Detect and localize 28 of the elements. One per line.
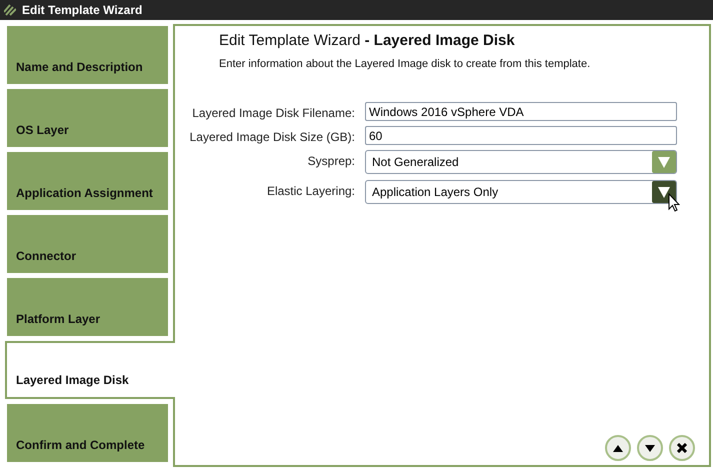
caret-icon	[658, 186, 670, 198]
caret-icon	[658, 156, 670, 168]
step-tab[interactable]: Connector	[7, 215, 168, 273]
move-down-button[interactable]	[637, 435, 663, 461]
step-tab[interactable]: Confirm and Complete	[7, 404, 168, 462]
field-label: Elastic Layering:	[266, 183, 355, 200]
step-tab[interactable]: OS Layer	[7, 89, 168, 147]
close-icon	[677, 443, 687, 453]
field-label: Layered Image Disk Filename:	[191, 105, 355, 122]
step-tab[interactable]: Name and Description	[7, 26, 168, 84]
dropdown-button[interactable]	[652, 181, 676, 203]
step-tab[interactable]: Layered Image Disk	[5, 341, 175, 399]
field-label: Sysprep:	[306, 153, 355, 170]
text-field[interactable]: 60	[365, 126, 677, 145]
move-up-button[interactable]	[605, 435, 631, 461]
down-icon	[645, 444, 655, 452]
logo-icon	[4, 4, 16, 16]
text-field[interactable]: Windows 2016 vSphere VDA	[365, 102, 677, 121]
close-button[interactable]	[669, 435, 695, 461]
up-icon	[613, 444, 623, 452]
field-label: Layered Image Disk Size (GB):	[188, 129, 355, 146]
step-tab[interactable]: Platform Layer	[7, 278, 168, 336]
cursor-icon	[668, 193, 680, 212]
dropdown[interactable]: Not Generalized	[365, 150, 677, 174]
panel-title: Edit Template Wizard - Layered Image Disk	[219, 31, 516, 51]
window-title: Edit Template Wizard	[22, 2, 142, 19]
panel-subtitle: Enter information about the Layered Image disk to create from this template.	[219, 56, 592, 72]
step-tab[interactable]: Application Assignment	[7, 152, 168, 210]
